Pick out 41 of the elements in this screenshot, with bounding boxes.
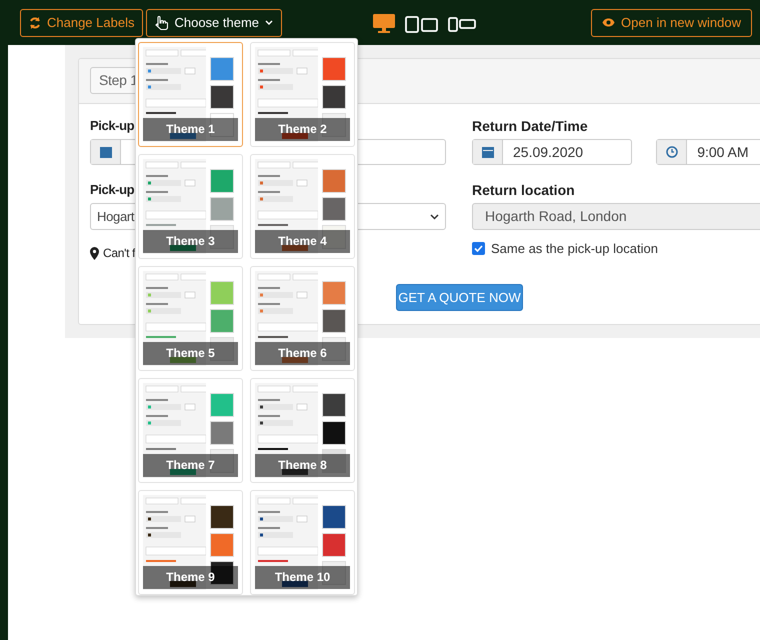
theme-option[interactable]: Theme 5 bbox=[138, 266, 243, 371]
theme-option[interactable]: Theme 10 bbox=[250, 490, 355, 595]
pointing-hand-icon bbox=[155, 16, 168, 30]
phone-icon[interactable] bbox=[448, 16, 476, 32]
choose-theme-button[interactable]: Choose theme bbox=[146, 8, 282, 36]
theme-option[interactable]: Theme 4 bbox=[250, 154, 355, 259]
field-label: Return Date/Time bbox=[472, 117, 589, 133]
chevron-icon bbox=[430, 214, 439, 220]
calendar-icon bbox=[100, 146, 112, 158]
eye-icon bbox=[602, 18, 616, 27]
field-label: Pick-up bbox=[90, 117, 134, 133]
theme-label: Theme 6 bbox=[255, 342, 350, 365]
theme-option[interactable]: Theme 1 bbox=[138, 42, 243, 147]
checkbox[interactable] bbox=[472, 242, 485, 256]
open-new-window-button[interactable]: Open in new window bbox=[591, 8, 752, 36]
refresh-icon bbox=[29, 16, 41, 28]
theme-option[interactable]: Theme 3 bbox=[138, 154, 243, 259]
quote-button[interactable]: GET A QUOTE NOW bbox=[396, 284, 523, 311]
tablet-icon[interactable] bbox=[405, 16, 438, 32]
field-label: Return location bbox=[472, 181, 576, 197]
theme-option[interactable]: Theme 9 bbox=[138, 490, 243, 595]
theme-label: Theme 4 bbox=[255, 230, 350, 253]
theme-label: Theme 5 bbox=[143, 342, 238, 365]
theme-label: Theme 10 bbox=[255, 566, 350, 589]
theme-option[interactable]: Theme 2 bbox=[250, 42, 355, 147]
checkbox-label: Same as the pick-up location bbox=[491, 240, 658, 258]
theme-option[interactable]: Theme 6 bbox=[250, 266, 355, 371]
theme-label: Theme 1 bbox=[143, 118, 238, 141]
field-label: Pick-up bbox=[90, 181, 134, 197]
chevron-icon bbox=[265, 20, 274, 25]
theme-label: Theme 7 bbox=[143, 454, 238, 477]
theme-label: Theme 2 bbox=[255, 118, 350, 141]
change-labels-button[interactable]: Change Labels bbox=[20, 8, 144, 36]
theme-label: Theme 9 bbox=[143, 566, 238, 589]
theme-option[interactable]: Theme 7 bbox=[138, 378, 243, 483]
select-value: Hogart bbox=[97, 208, 134, 226]
theme-label: Theme 3 bbox=[143, 230, 238, 253]
theme-option[interactable]: Theme 8 bbox=[250, 378, 355, 483]
theme-label: Theme 8 bbox=[255, 454, 350, 477]
desktop-icon[interactable] bbox=[373, 14, 395, 34]
map-pin-icon bbox=[90, 246, 99, 260]
